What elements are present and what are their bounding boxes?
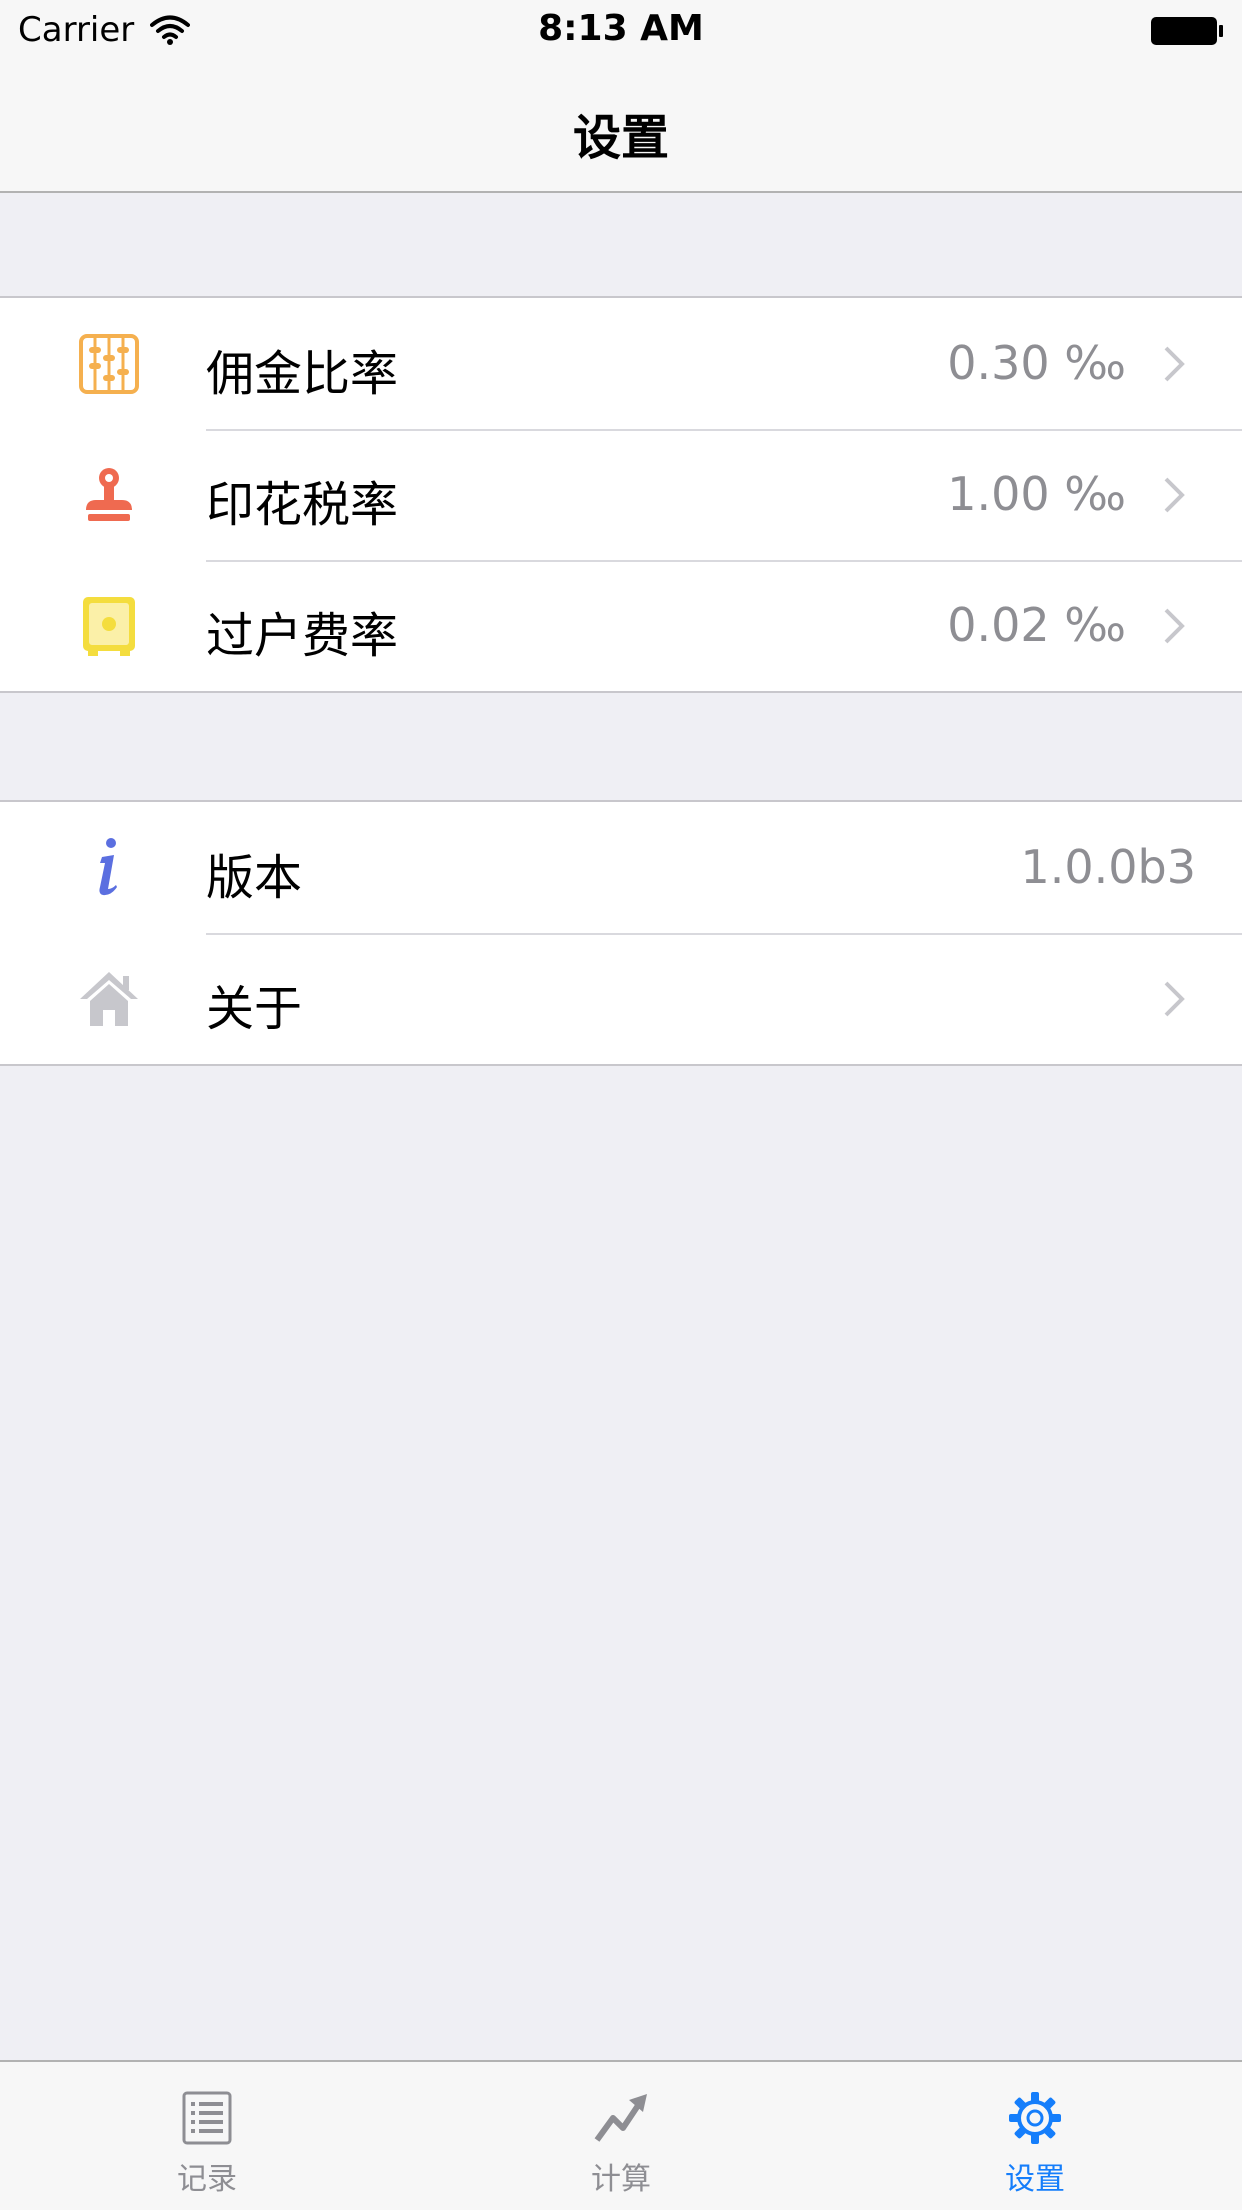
tab-calculate[interactable]: 计算 xyxy=(521,2062,721,2210)
settings-row-about[interactable]: 关于 xyxy=(0,933,1242,1064)
settings-row-commission-rate[interactable]: 佣金比率 0.30 ‰ xyxy=(0,298,1242,429)
chevron-right-icon xyxy=(1164,608,1185,644)
gear-icon xyxy=(1009,2092,1061,2144)
rates-section: 佣金比率 0.30 ‰ 印花税率 1.00 ‰ 过户费率 0.02 ‰ xyxy=(0,296,1242,693)
row-label: 过户费率 xyxy=(206,608,399,664)
chevron-right-icon xyxy=(1164,981,1185,1017)
row-value: 1.00 ‰ xyxy=(947,467,1126,521)
settings-row-transfer-fee-rate[interactable]: 过户费率 0.02 ‰ xyxy=(0,560,1242,691)
chevron-right-icon xyxy=(1164,346,1185,382)
tab-bar: 记录 计算 设置 xyxy=(0,2060,1242,2210)
row-value: 0.30 ‰ xyxy=(947,336,1126,390)
stamp-icon xyxy=(86,468,132,521)
status-bar: Carrier 8:13 AM xyxy=(0,0,1242,60)
chevron-right-icon xyxy=(1164,477,1185,513)
home-icon xyxy=(80,972,138,1026)
navigation-bar: 设置 xyxy=(0,60,1242,193)
list-icon xyxy=(182,2091,232,2145)
tab-label: 记录 xyxy=(177,2162,237,2197)
page-title: 设置 xyxy=(572,110,669,166)
tab-label: 计算 xyxy=(591,2162,651,2197)
safe-icon xyxy=(83,597,135,656)
row-label: 印花税率 xyxy=(206,477,399,533)
row-label: 版本 xyxy=(206,850,303,906)
tab-label: 设置 xyxy=(1005,2162,1065,2197)
clock: 8:13 AM xyxy=(538,8,704,49)
abacus-icon xyxy=(79,334,139,394)
row-value: 0.02 ‰ xyxy=(947,598,1126,652)
battery-icon xyxy=(1151,17,1223,45)
info-section: 版本 1.0.0b3 关于 xyxy=(0,800,1242,1066)
settings-row-stamp-duty-rate[interactable]: 印花税率 1.00 ‰ xyxy=(0,429,1242,560)
row-label: 佣金比率 xyxy=(206,346,399,402)
trend-arrow-icon xyxy=(594,2094,647,2142)
tab-settings[interactable]: 设置 xyxy=(935,2062,1135,2210)
info-icon xyxy=(99,838,117,896)
settings-row-version: 版本 1.0.0b3 xyxy=(0,802,1242,933)
version-value: 1.0.0b3 xyxy=(1020,840,1196,894)
tab-records[interactable]: 记录 xyxy=(107,2062,307,2210)
row-label: 关于 xyxy=(206,981,303,1037)
